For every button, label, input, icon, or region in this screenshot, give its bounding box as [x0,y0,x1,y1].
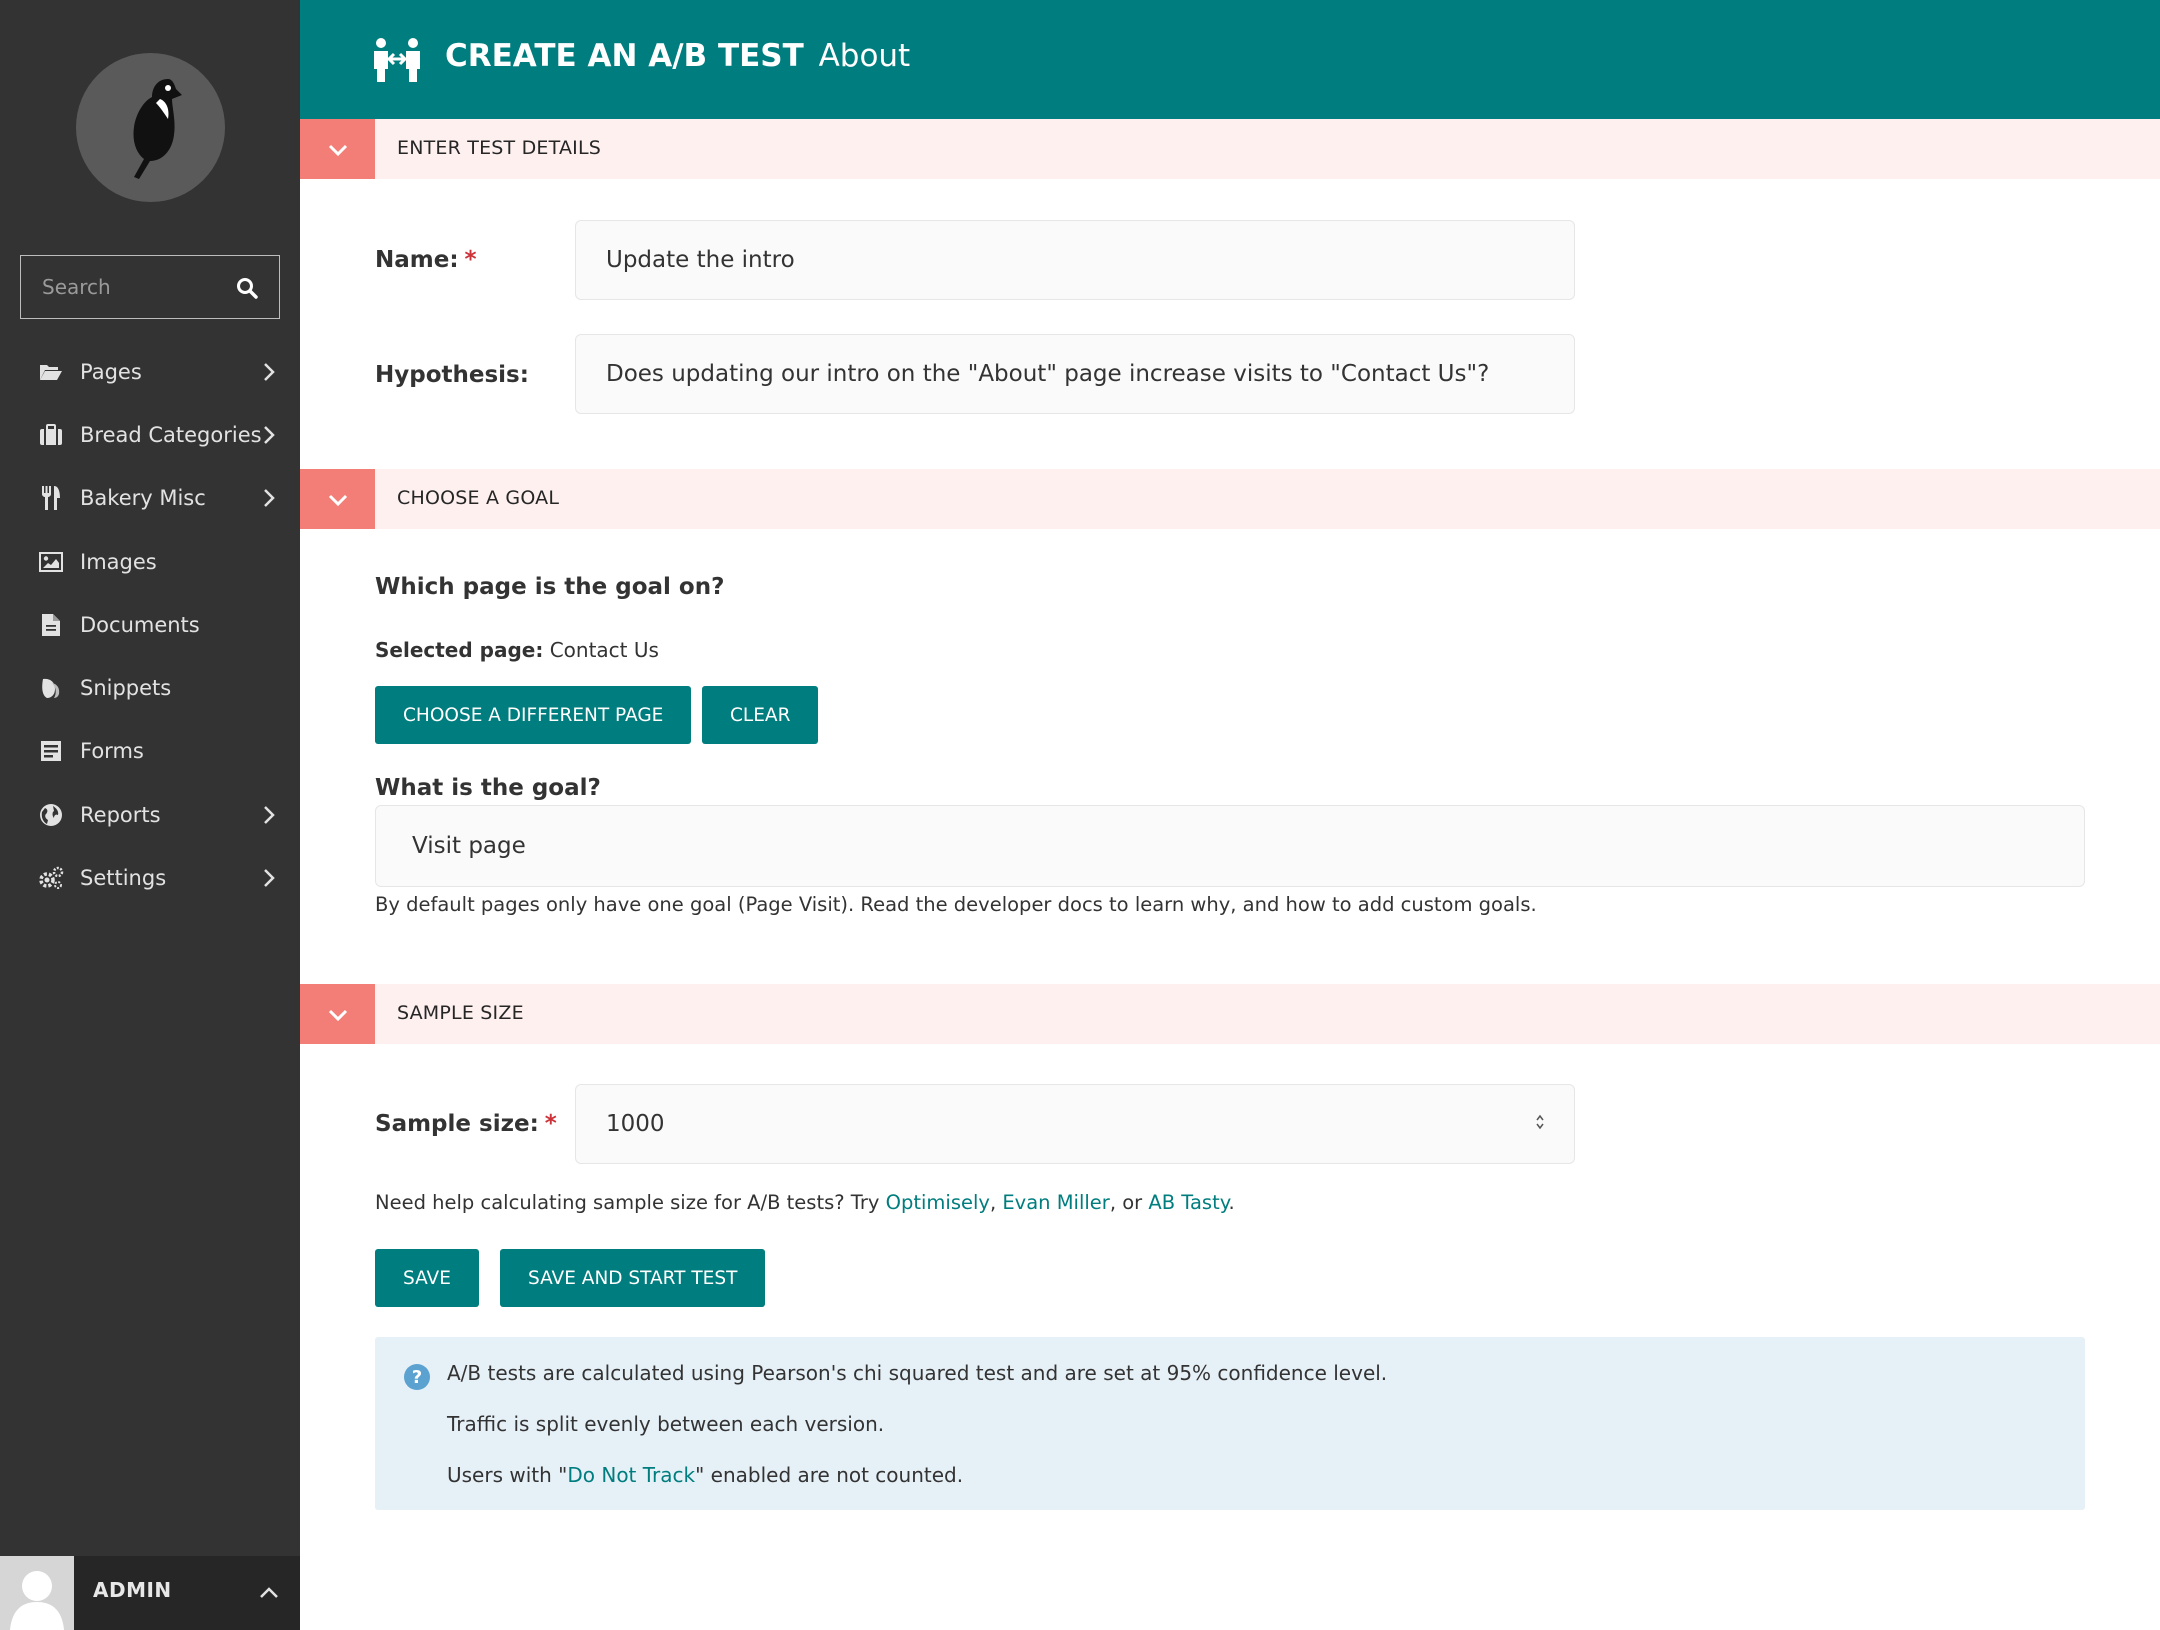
menu-item-label: Reports [80,802,161,827]
info-box: ? A/B tests are calculated using Pearson… [375,1337,2085,1510]
menu-item-images[interactable]: Images [0,530,300,593]
section-title: CHOOSE A GOAL [397,487,560,509]
cogs-icon [38,865,64,891]
user-silhouette-icon [10,1571,64,1630]
info-line-dnt: Users with "Do Not Track" enabled are no… [447,1463,963,1487]
menu-item-label: Images [80,549,157,574]
user-name: ADMIN [93,1578,172,1602]
section-header-test-details[interactable]: ENTER TEST DETAILS [300,119,2160,179]
account-menu[interactable]: ADMIN [0,1556,300,1630]
chevron-right-icon [264,362,275,381]
info-line-traffic: Traffic is split evenly between each ver… [447,1412,885,1436]
goal-page-question: Which page is the goal on? [375,574,725,600]
menu-item-documents[interactable]: Documents [0,593,300,656]
suitcase-icon [38,422,64,448]
hypothesis-label: Hypothesis: [375,362,529,388]
menu-item-label: Settings [80,866,167,891]
goal-type-label: What is the goal? [375,775,601,801]
goal-select[interactable]: Visit page [375,805,2085,887]
optimisely-link[interactable]: Optimisely [886,1191,990,1214]
menu-item-bakery-misc[interactable]: Bakery Misc [0,467,300,530]
section-toggle[interactable] [300,119,375,179]
ab-test-icon [374,38,420,82]
section-title: SAMPLE SIZE [397,1002,524,1024]
wagtail-logo[interactable] [76,53,225,202]
sample-size-wrapper [575,1084,1575,1164]
section-toggle[interactable] [300,984,375,1044]
menu-item-label: Pages [80,359,142,384]
chevron-down-icon [328,144,347,157]
number-stepper-icon[interactable] [1535,1112,1545,1132]
folder-open-icon [38,359,64,385]
menu-item-bread-categories[interactable]: Bread Categories [0,403,300,466]
main-menu: Pages Bread Categories Bakery Misc Image… [0,340,300,910]
menu-item-settings[interactable]: Settings [0,846,300,909]
page-title-main: CREATE AN A/B TEST [445,38,804,74]
snippet-icon [38,675,64,701]
search-icon[interactable] [235,276,259,300]
sample-size-label-text: Sample size: [375,1111,539,1137]
hypothesis-field[interactable] [575,334,1575,414]
document-icon [38,612,64,638]
chevron-right-icon [264,426,275,444]
chevron-down-icon [328,494,347,507]
chevron-up-icon[interactable] [256,1580,282,1606]
help-sep: , [989,1191,1003,1214]
menu-item-label: Forms [80,739,144,764]
help-circle-icon: ? [404,1364,430,1390]
page-subtitle: About [818,38,911,74]
menu-item-snippets[interactable]: Snippets [0,656,300,719]
do-not-track-link[interactable]: Do Not Track [567,1463,695,1487]
sample-size-help: Need help calculating sample size for A/… [375,1191,1235,1214]
ab-tasty-link[interactable]: AB Tasty [1148,1191,1228,1214]
sample-size-input[interactable] [575,1084,1575,1164]
choose-different-page-button[interactable]: CHOOSE A DIFFERENT PAGE [375,686,692,744]
required-marker: * [544,1111,557,1137]
cutlery-icon [38,485,64,511]
menu-item-label: Bread Categories [80,422,262,447]
chevron-right-icon [264,805,275,824]
page-header: CREATE AN A/B TEST About [300,0,2160,119]
info-text: " enabled are not counted. [695,1463,964,1487]
menu-item-label: Snippets [80,676,172,701]
help-sep: . [1228,1191,1235,1214]
selected-page-value: Contact Us [549,638,659,662]
form-icon [38,738,64,764]
goal-help-text: By default pages only have one goal (Pag… [375,893,1537,916]
section-toggle[interactable] [300,469,375,529]
info-text: Users with " [447,1463,568,1487]
name-label: Name: * [375,247,477,273]
section-title: ENTER TEST DETAILS [397,137,601,159]
globe-icon [38,802,64,828]
menu-item-forms[interactable]: Forms [0,720,300,783]
menu-item-pages[interactable]: Pages [0,340,300,403]
selected-page-label: Selected page: [375,638,544,662]
section-header-sample-size[interactable]: SAMPLE SIZE [300,984,2160,1044]
menu-item-label: Documents [80,612,200,637]
name-field[interactable] [575,220,1575,300]
help-text: Need help calculating sample size for A/… [375,1191,886,1214]
clear-button[interactable]: CLEAR [702,686,819,744]
save-and-start-test-button[interactable]: SAVE AND START TEST [500,1249,766,1307]
avatar [0,1556,74,1630]
sample-size-label: Sample size: * [375,1111,557,1137]
required-marker: * [464,247,477,273]
info-line-chi-squared: A/B tests are calculated using Pearson's… [447,1361,1388,1385]
menu-item-reports[interactable]: Reports [0,783,300,846]
selected-page: Selected page: Contact Us [375,638,659,662]
image-icon [38,549,64,575]
chevron-right-icon [264,489,275,508]
menu-item-label: Bakery Misc [80,486,206,511]
section-header-choose-goal[interactable]: CHOOSE A GOAL [300,469,2160,529]
name-label-text: Name: [375,247,459,273]
bird-icon [132,78,182,179]
chevron-down-icon [328,1009,347,1022]
evan-miller-link[interactable]: Evan Miller [1002,1191,1109,1214]
save-button[interactable]: SAVE [375,1249,479,1307]
chevron-right-icon [264,869,275,887]
search-box [20,255,280,319]
help-sep: , or [1109,1191,1149,1214]
sidebar: Pages Bread Categories Bakery Misc Image… [0,0,300,1630]
page-title: CREATE AN A/B TEST About [445,38,910,74]
